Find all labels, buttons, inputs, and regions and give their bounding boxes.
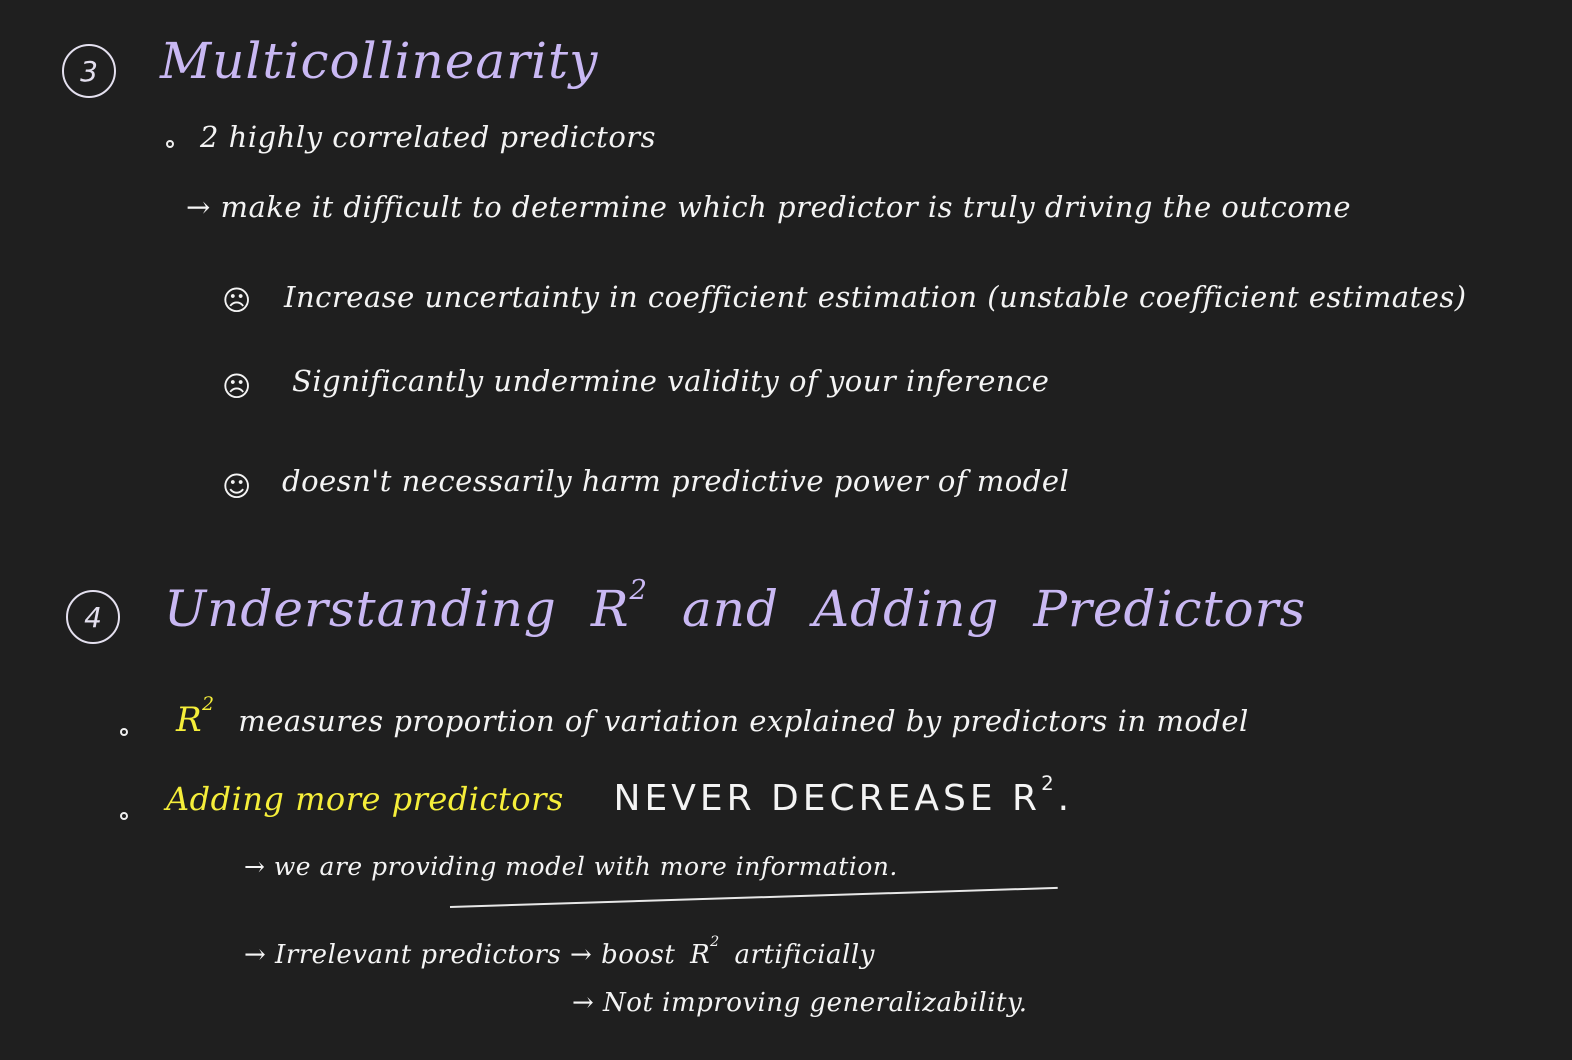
highlighted-text: Adding more predictors (166, 780, 564, 818)
r-exponent: 2 (710, 934, 720, 950)
r-squared-inline: R2 (690, 934, 720, 970)
title-word: Understanding (164, 580, 557, 638)
bullet-icon (120, 812, 128, 820)
multicollinearity-definition: 2 highly correlated predictors (200, 120, 657, 154)
r-letter: R (176, 700, 203, 740)
notes-page: 3 Multicollinearity 2 highly correlated … (0, 0, 1572, 1060)
period: . (1057, 778, 1074, 819)
sad-face-icon: ☹ (222, 370, 252, 403)
sub-point: → Irrelevant predictors → boost R2 artif… (244, 934, 875, 970)
definition-text: measures proportion of variation explain… (238, 704, 1249, 738)
title-word: Predictors (1033, 580, 1307, 638)
section-number-label: 3 (80, 54, 98, 88)
smile-face-icon: ☺ (222, 470, 252, 503)
section-3-title: Multicollinearity (160, 32, 599, 90)
sad-face-icon: ☹ (222, 284, 252, 317)
sub-point: → we are providing model with more infor… (244, 852, 898, 881)
bullet-icon (120, 728, 128, 736)
sub-point: → Not improving generalizability. (572, 988, 1028, 1018)
emphasis-text: NEVER DECREASE R2. (613, 772, 1074, 819)
consequence-item: doesn't necessarily harm predictive powe… (282, 464, 1070, 498)
title-word: Adding (813, 580, 1000, 638)
title-r-exponent: 2 (629, 574, 648, 606)
section-number-label: 4 (84, 600, 102, 634)
multicollinearity-consequence-line: → make it difficult to determine which p… (186, 190, 1352, 224)
title-r: R (590, 580, 630, 638)
consequence-item: Significantly undermine validity of your… (292, 364, 1050, 398)
consequence-item: Increase uncertainty in coefficient esti… (284, 280, 1467, 314)
emphasis-caps: NEVER DECREASE R (613, 778, 1042, 819)
r-exponent: 2 (1041, 772, 1058, 795)
r-letter: R (690, 940, 711, 970)
section-number-3: 3 (62, 44, 116, 98)
section-4-title: Understanding R2 and Adding Predictors (164, 574, 1307, 638)
sub-point-text: → Irrelevant predictors → boost (244, 940, 676, 970)
r-squared-symbol: R2 (176, 694, 215, 740)
r-exponent: 2 (202, 694, 215, 715)
r-squared-definition: R2 measures proportion of variation expl… (176, 694, 1249, 740)
title-word: and (681, 580, 779, 638)
sub-point-text: artificially (734, 940, 875, 970)
section-number-4: 4 (66, 590, 120, 644)
underline-mark (449, 886, 1058, 908)
adding-predictors-statement: Adding more predictors NEVER DECREASE R2… (166, 772, 1074, 819)
bullet-icon (166, 140, 174, 148)
